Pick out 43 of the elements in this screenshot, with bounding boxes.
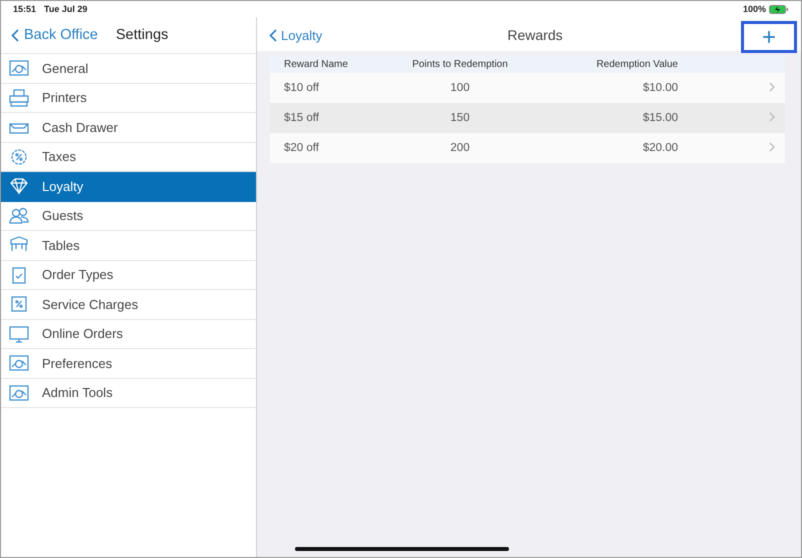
table-cell-text: 100 [449, 82, 471, 94]
table-row[interactable]: $10 off 100 $10.00 [270, 73, 785, 103]
column-header: Reward Name [283, 59, 349, 70]
monitor-icon [8, 324, 30, 344]
table-cell-text: $10.00 [642, 82, 678, 94]
chevron-right-icon [769, 142, 775, 152]
table-cell-text: 200 [449, 142, 471, 154]
column-header: Redemption Value [595, 59, 678, 70]
diamond-icon [8, 176, 30, 196]
sidebar-item[interactable]: Service Charges [1, 290, 256, 320]
sidebar-item[interactable]: Printers [1, 84, 256, 113]
table-cell-text: $10 off [283, 82, 320, 94]
sidebar-item[interactable]: Admin Tools [1, 378, 256, 408]
sidebar-item[interactable]: General [1, 54, 256, 84]
sidebar-item[interactable]: Guests [1, 202, 256, 231]
table-cell-text: $20.00 [642, 142, 678, 154]
table-cell-text: 150 [449, 112, 471, 124]
printer-icon [8, 88, 30, 108]
sidebar-item[interactable]: Online Orders [1, 320, 256, 349]
status-time: 15:51 [13, 4, 36, 14]
table-row[interactable]: $15 off 150 $15.00 [270, 103, 785, 133]
sidebar-item[interactable]: Preferences [1, 349, 256, 378]
add-button[interactable]: + [741, 21, 797, 53]
back-button[interactable]: Loyalty [269, 28, 322, 42]
sidebar-item[interactable]: Cash Drawer [1, 113, 256, 142]
table-cell-text: $20 off [283, 142, 320, 154]
people-icon [8, 206, 30, 226]
sidebar-item[interactable]: Tables [1, 231, 256, 260]
chevron-right-icon [769, 82, 775, 92]
panel-title: Settings [116, 27, 168, 43]
table-cell-text: $15 off [283, 112, 320, 124]
table-cell-text: $15.00 [642, 112, 678, 124]
sidebar-item[interactable]: Order Types [1, 260, 256, 290]
page-title: Rewards [507, 27, 563, 43]
chevron-right-icon [769, 112, 775, 122]
back-button[interactable]: Back Office [11, 27, 98, 43]
chevron-left-icon [11, 28, 19, 42]
battery-percent: 100% [742, 4, 766, 14]
table-row[interactable]: $20 off 200 $20.00 [270, 133, 785, 163]
status-date: Tue Jul 29 [44, 4, 88, 14]
sidebar-item[interactable]: Loyalty [1, 172, 256, 202]
chevron-left-icon [269, 28, 277, 42]
column-header: Points to Redemption [411, 59, 509, 70]
